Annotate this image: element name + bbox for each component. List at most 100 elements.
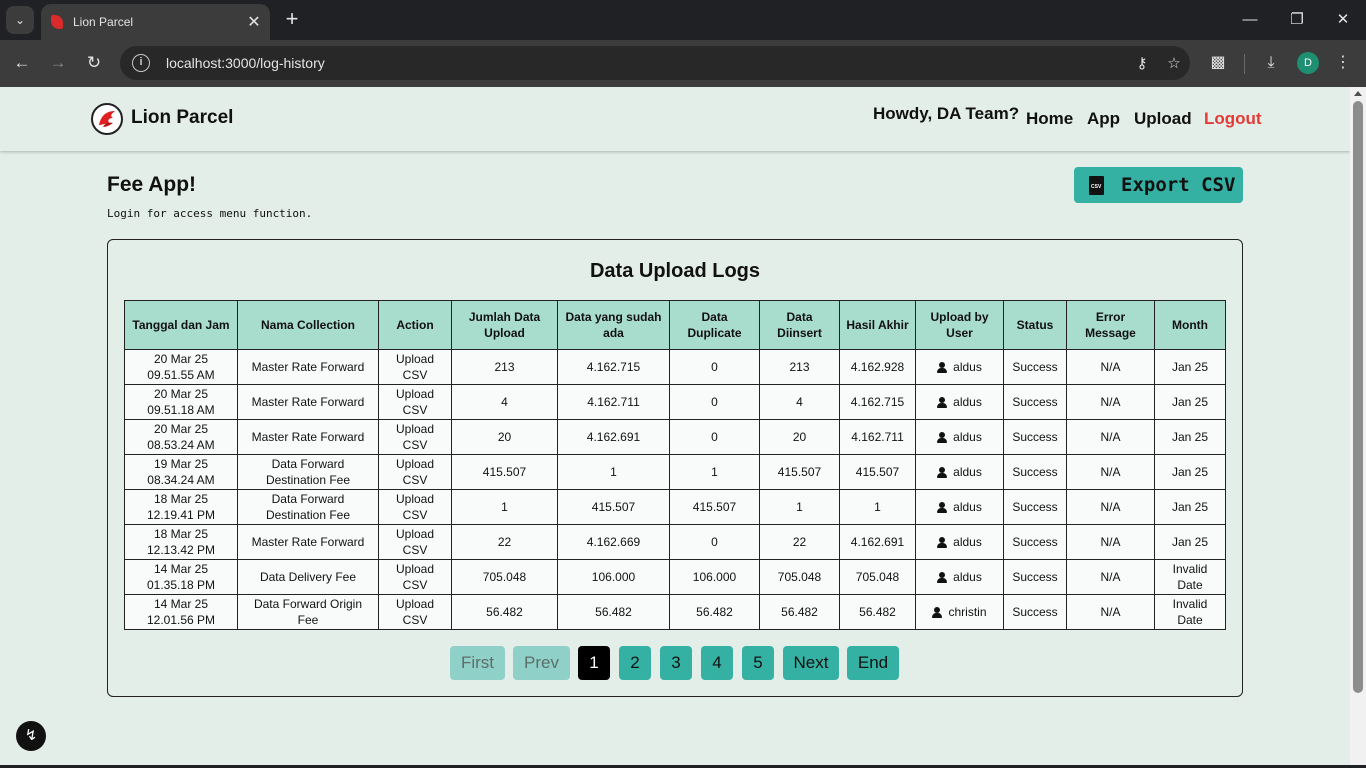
cell-upload-count: 20: [451, 419, 558, 455]
page-end-button[interactable]: End: [847, 646, 899, 680]
user-icon: [937, 431, 948, 443]
nav-link-app[interactable]: App: [1087, 109, 1120, 129]
col-header: Status: [1003, 300, 1067, 350]
lion-parcel-logo-icon[interactable]: [91, 103, 123, 135]
user-name: aldus: [953, 465, 982, 479]
cell-collection: Data Delivery Fee: [237, 559, 379, 595]
export-csv-label: Export CSV: [1121, 174, 1236, 196]
browser-menu-kebab-icon[interactable]: ⋮: [1330, 50, 1356, 76]
scroll-thumb[interactable]: [1353, 101, 1363, 693]
page-prev-button[interactable]: Prev: [513, 646, 570, 680]
cell-user: aldus: [915, 349, 1004, 385]
user-greeting: Howdy, DA Team?: [873, 104, 1020, 123]
col-header: Hasil Akhir: [839, 300, 916, 350]
page-next-button[interactable]: Next: [783, 646, 839, 680]
cell-status: Success: [1003, 454, 1067, 490]
cell-action: Upload CSV: [378, 489, 452, 525]
cell-status: Success: [1003, 489, 1067, 525]
cell-collection: Data Forward Destination Fee: [237, 454, 379, 490]
cell-upload-count: 415.507: [451, 454, 558, 490]
window-minimize-icon[interactable]: —: [1238, 8, 1262, 32]
user-icon: [937, 501, 948, 513]
cell-existing: 415.507: [557, 489, 670, 525]
table-header-row: Tanggal dan Jam Nama Collection Action J…: [124, 300, 1226, 350]
brand-name[interactable]: Lion Parcel: [131, 107, 233, 129]
col-header: Data yang sudah ada: [557, 300, 670, 350]
nav-link-home[interactable]: Home: [1026, 109, 1073, 129]
window-restore-icon[interactable]: ❐: [1285, 8, 1309, 32]
col-header: Tanggal dan Jam: [124, 300, 238, 350]
page-scrollbar[interactable]: [1350, 87, 1366, 768]
table-row: 19 Mar 25 08.34.24 AM Data Forward Destin…: [124, 454, 1226, 490]
cell-user: aldus: [915, 454, 1004, 490]
page-3-button[interactable]: 3: [660, 646, 692, 680]
cell-duplicate: 0: [669, 384, 760, 420]
page-2-button[interactable]: 2: [619, 646, 651, 680]
forward-arrow-icon[interactable]: →: [45, 50, 71, 76]
tab-search-chevron-icon[interactable]: ⌄: [6, 6, 34, 34]
user-cell: aldus: [920, 359, 999, 375]
cell-existing: 4.162.711: [557, 384, 670, 420]
cell-status: Success: [1003, 594, 1067, 630]
download-icon[interactable]: ⤓: [1258, 50, 1284, 76]
cell-duplicate: 106.000: [669, 559, 760, 595]
cell-error: N/A: [1066, 559, 1155, 595]
user-cell: aldus: [920, 569, 999, 585]
export-csv-button[interactable]: CSV Export CSV: [1074, 167, 1243, 203]
user-name: aldus: [953, 430, 982, 444]
extensions-puzzle-icon[interactable]: ▩: [1205, 50, 1231, 76]
window-close-icon[interactable]: ✕: [1331, 8, 1355, 32]
page-1-button[interactable]: 1: [578, 646, 610, 680]
user-cell: aldus: [920, 429, 999, 445]
dev-tools-lightning-icon[interactable]: ↯: [16, 721, 46, 751]
cell-existing: 106.000: [557, 559, 670, 595]
cell-error: N/A: [1066, 419, 1155, 455]
password-key-icon[interactable]: ⚷: [1126, 54, 1158, 72]
bookmark-star-icon[interactable]: ☆: [1158, 54, 1190, 72]
cell-final: 1: [839, 489, 916, 525]
page-first-button[interactable]: First: [450, 646, 505, 680]
table-body: 20 Mar 25 09.51.55 AM Master Rate Forward…: [124, 349, 1226, 630]
user-icon: [937, 536, 948, 548]
cell-error: N/A: [1066, 454, 1155, 490]
cell-datetime: 14 Mar 25 12.01.56 PM: [124, 594, 238, 630]
col-header: Jumlah Data Upload: [451, 300, 558, 350]
cell-collection: Master Rate Forward: [237, 349, 379, 385]
new-tab-plus-icon[interactable]: +: [280, 8, 304, 32]
tab-close-icon[interactable]: ✕: [244, 12, 264, 32]
profile-avatar[interactable]: D: [1297, 52, 1319, 74]
page-5-button[interactable]: 5: [742, 646, 774, 680]
cell-upload-count: 22: [451, 524, 558, 560]
upload-logs-card: Data Upload Logs Tanggal dan Jam Nama Co…: [107, 239, 1243, 697]
user-cell: aldus: [920, 394, 999, 410]
cell-datetime: 18 Mar 25 12.19.41 PM: [124, 489, 238, 525]
cell-month: Jan 25: [1154, 489, 1226, 525]
nav-link-upload[interactable]: Upload: [1134, 109, 1192, 129]
user-name: aldus: [953, 395, 982, 409]
user-icon: [932, 606, 943, 618]
table-row: 18 Mar 25 12.13.42 PM Master Rate Forward…: [124, 524, 1226, 560]
page-4-button[interactable]: 4: [701, 646, 733, 680]
user-icon: [937, 396, 948, 408]
scroll-up-arrow-icon[interactable]: [1354, 91, 1362, 96]
cell-upload-count: 56.482: [451, 594, 558, 630]
tab-title: Lion Parcel: [73, 15, 134, 29]
user-name: aldus: [953, 535, 982, 549]
reload-icon[interactable]: ↻: [81, 50, 107, 76]
browser-tab-active[interactable]: Lion Parcel ✕: [41, 4, 270, 40]
page-viewport: Lion Parcel Howdy, DA Team? Home App Upl…: [0, 87, 1350, 768]
site-info-icon[interactable]: i: [132, 54, 150, 72]
cell-user: aldus: [915, 489, 1004, 525]
cell-final: 4.162.715: [839, 384, 916, 420]
cell-status: Success: [1003, 419, 1067, 455]
table-row: 18 Mar 25 12.19.41 PM Data Forward Destin…: [124, 489, 1226, 525]
user-cell: christin: [920, 604, 999, 620]
back-arrow-icon[interactable]: ←: [9, 50, 35, 76]
logout-link[interactable]: Logout: [1204, 109, 1262, 129]
cell-inserted: 213: [759, 349, 840, 385]
toolbar-divider: [1244, 54, 1245, 74]
address-url[interactable]: localhost:3000/log-history: [166, 55, 1126, 71]
cell-datetime: 14 Mar 25 01.35.18 PM: [124, 559, 238, 595]
address-bar[interactable]: i localhost:3000/log-history ⚷ ☆: [120, 46, 1190, 80]
cell-inserted: 1: [759, 489, 840, 525]
